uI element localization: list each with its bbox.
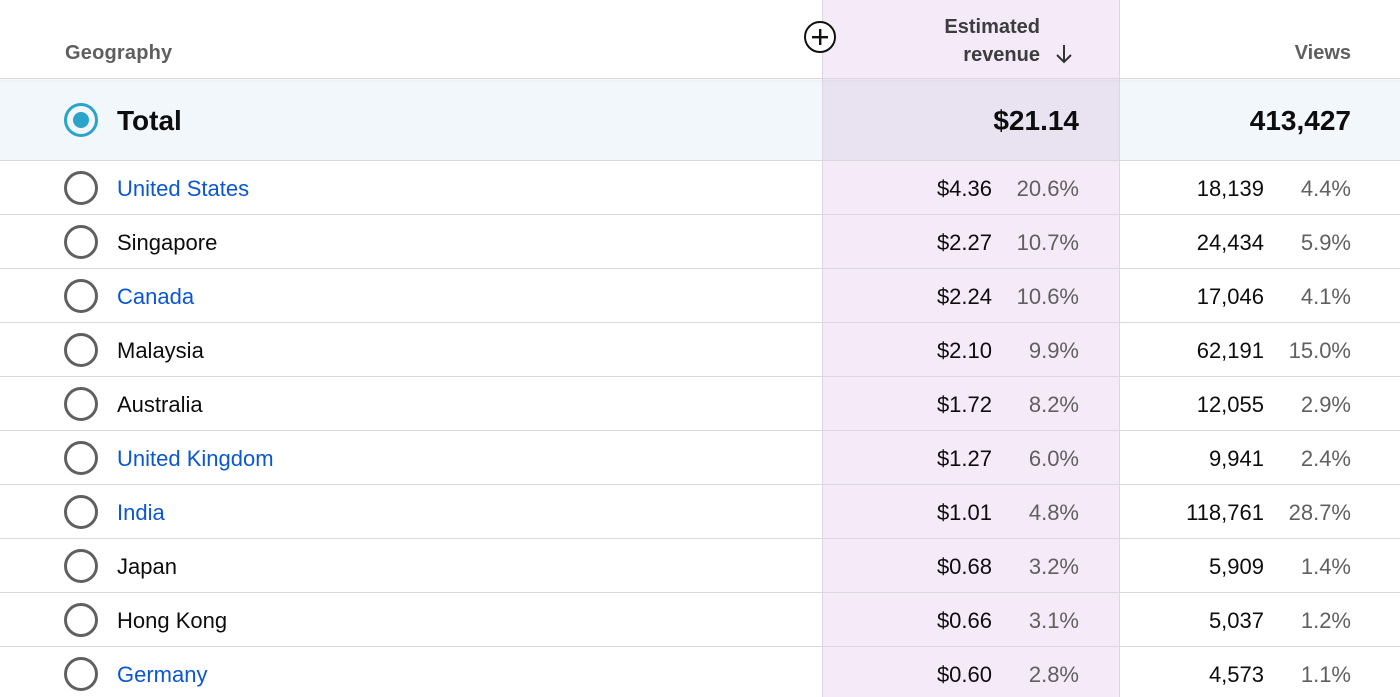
row-revenue-percent: 10.7% xyxy=(1016,230,1079,255)
row-radio[interactable] xyxy=(64,495,98,529)
geography-column-header[interactable]: Geography xyxy=(65,42,172,65)
row-views: 18,139 xyxy=(1196,176,1264,201)
row-views-percent: 5.9% xyxy=(1300,230,1351,255)
row-revenue: $1.01 xyxy=(936,500,992,525)
row-views: 62,191 xyxy=(1196,338,1264,363)
row-views: 5,037 xyxy=(1208,608,1264,633)
country-name[interactable]: India xyxy=(117,500,165,526)
row-revenue: $1.72 xyxy=(936,392,992,417)
row-radio[interactable] xyxy=(64,171,98,205)
add-circle-icon xyxy=(812,29,828,45)
table-row: Germany $0.60 2.8% 4,573 1.1% xyxy=(0,647,1400,697)
row-revenue: $4.36 xyxy=(936,176,992,201)
table-row: Japan $0.68 3.2% 5,909 1.4% xyxy=(0,539,1400,593)
row-revenue-percent: 6.0% xyxy=(1028,446,1079,471)
row-views: 4,573 xyxy=(1208,662,1264,687)
country-name[interactable]: Hong Kong xyxy=(117,608,227,634)
row-views-percent: 1.2% xyxy=(1300,608,1351,633)
row-revenue-percent: 20.6% xyxy=(1016,176,1079,201)
table-row: Canada $2.24 10.6% 17,046 4.1% xyxy=(0,269,1400,323)
arrow-down-icon[interactable] xyxy=(1054,43,1074,65)
row-radio[interactable] xyxy=(64,333,98,367)
table-row: Malaysia $2.10 9.9% 62,191 15.0% xyxy=(0,323,1400,377)
row-radio[interactable] xyxy=(64,387,98,421)
row-radio[interactable] xyxy=(64,225,98,259)
table-row: United Kingdom $1.27 6.0% 9,941 2.4% xyxy=(0,431,1400,485)
table-body: United States $4.36 20.6% 18,139 4.4% Si… xyxy=(0,161,1400,697)
row-revenue-percent: 4.8% xyxy=(1028,500,1079,525)
table-row: Australia $1.72 8.2% 12,055 2.9% xyxy=(0,377,1400,431)
country-name[interactable]: Germany xyxy=(117,662,207,688)
row-revenue-percent: 3.1% xyxy=(1028,608,1079,633)
total-views: 413,427 xyxy=(1249,105,1351,136)
country-name[interactable]: Malaysia xyxy=(117,338,204,364)
row-views-percent: 28.7% xyxy=(1288,500,1351,525)
country-name[interactable]: United Kingdom xyxy=(117,446,274,472)
table-row: Hong Kong $0.66 3.1% 5,037 1.2% xyxy=(0,593,1400,647)
total-row: Total $21.14 413,427 xyxy=(0,80,1400,161)
row-views: 12,055 xyxy=(1196,392,1264,417)
row-views-percent: 2.4% xyxy=(1300,446,1351,471)
row-radio[interactable] xyxy=(64,657,98,691)
row-views-percent: 4.4% xyxy=(1300,176,1351,201)
row-radio[interactable] xyxy=(64,549,98,583)
country-name[interactable]: Australia xyxy=(117,392,203,418)
table-row: United States $4.36 20.6% 18,139 4.4% xyxy=(0,161,1400,215)
row-radio[interactable] xyxy=(64,279,98,313)
views-column-header[interactable]: Views xyxy=(1295,42,1351,65)
table-row: India $1.01 4.8% 118,761 28.7% xyxy=(0,485,1400,539)
total-label: Total xyxy=(117,105,182,136)
add-column-button[interactable] xyxy=(804,21,836,53)
table-header: Geography Estimated revenue Views xyxy=(0,0,1400,79)
row-revenue-percent: 10.6% xyxy=(1016,284,1079,309)
row-revenue: $0.60 xyxy=(936,662,992,687)
row-views-percent: 1.4% xyxy=(1300,554,1351,579)
row-views-percent: 1.1% xyxy=(1300,662,1351,687)
row-views: 17,046 xyxy=(1196,284,1264,309)
country-name[interactable]: Japan xyxy=(117,554,177,580)
row-revenue: $2.10 xyxy=(936,338,992,363)
estimated-revenue-header-line1: Estimated xyxy=(944,16,1040,38)
row-radio[interactable] xyxy=(64,441,98,475)
row-views: 5,909 xyxy=(1208,554,1264,579)
country-name[interactable]: Canada xyxy=(117,284,194,310)
row-revenue: $2.24 xyxy=(936,284,992,309)
row-views: 24,434 xyxy=(1196,230,1264,255)
row-revenue: $2.27 xyxy=(936,230,992,255)
total-revenue: $21.14 xyxy=(993,105,1079,136)
row-views-percent: 2.9% xyxy=(1300,392,1351,417)
row-revenue-percent: 3.2% xyxy=(1028,554,1079,579)
estimated-revenue-header-line2: revenue xyxy=(963,44,1040,66)
row-revenue-percent: 8.2% xyxy=(1028,392,1079,417)
row-radio[interactable] xyxy=(64,603,98,637)
estimated-revenue-column-header[interactable]: Estimated revenue xyxy=(900,13,1040,69)
geography-table: Geography Estimated revenue Views Total … xyxy=(0,0,1400,697)
row-revenue-percent: 2.8% xyxy=(1028,662,1079,687)
row-revenue: $0.68 xyxy=(936,554,992,579)
row-views: 9,941 xyxy=(1208,446,1264,471)
country-name[interactable]: Singapore xyxy=(117,230,217,256)
row-revenue: $0.66 xyxy=(936,608,992,633)
country-name[interactable]: United States xyxy=(117,176,249,202)
row-views-percent: 15.0% xyxy=(1288,338,1351,363)
table-row: Singapore $2.27 10.7% 24,434 5.9% xyxy=(0,215,1400,269)
row-views: 118,761 xyxy=(1186,500,1264,525)
row-revenue: $1.27 xyxy=(936,446,992,471)
total-radio[interactable] xyxy=(64,103,98,137)
row-revenue-percent: 9.9% xyxy=(1028,338,1079,363)
row-views-percent: 4.1% xyxy=(1300,284,1351,309)
